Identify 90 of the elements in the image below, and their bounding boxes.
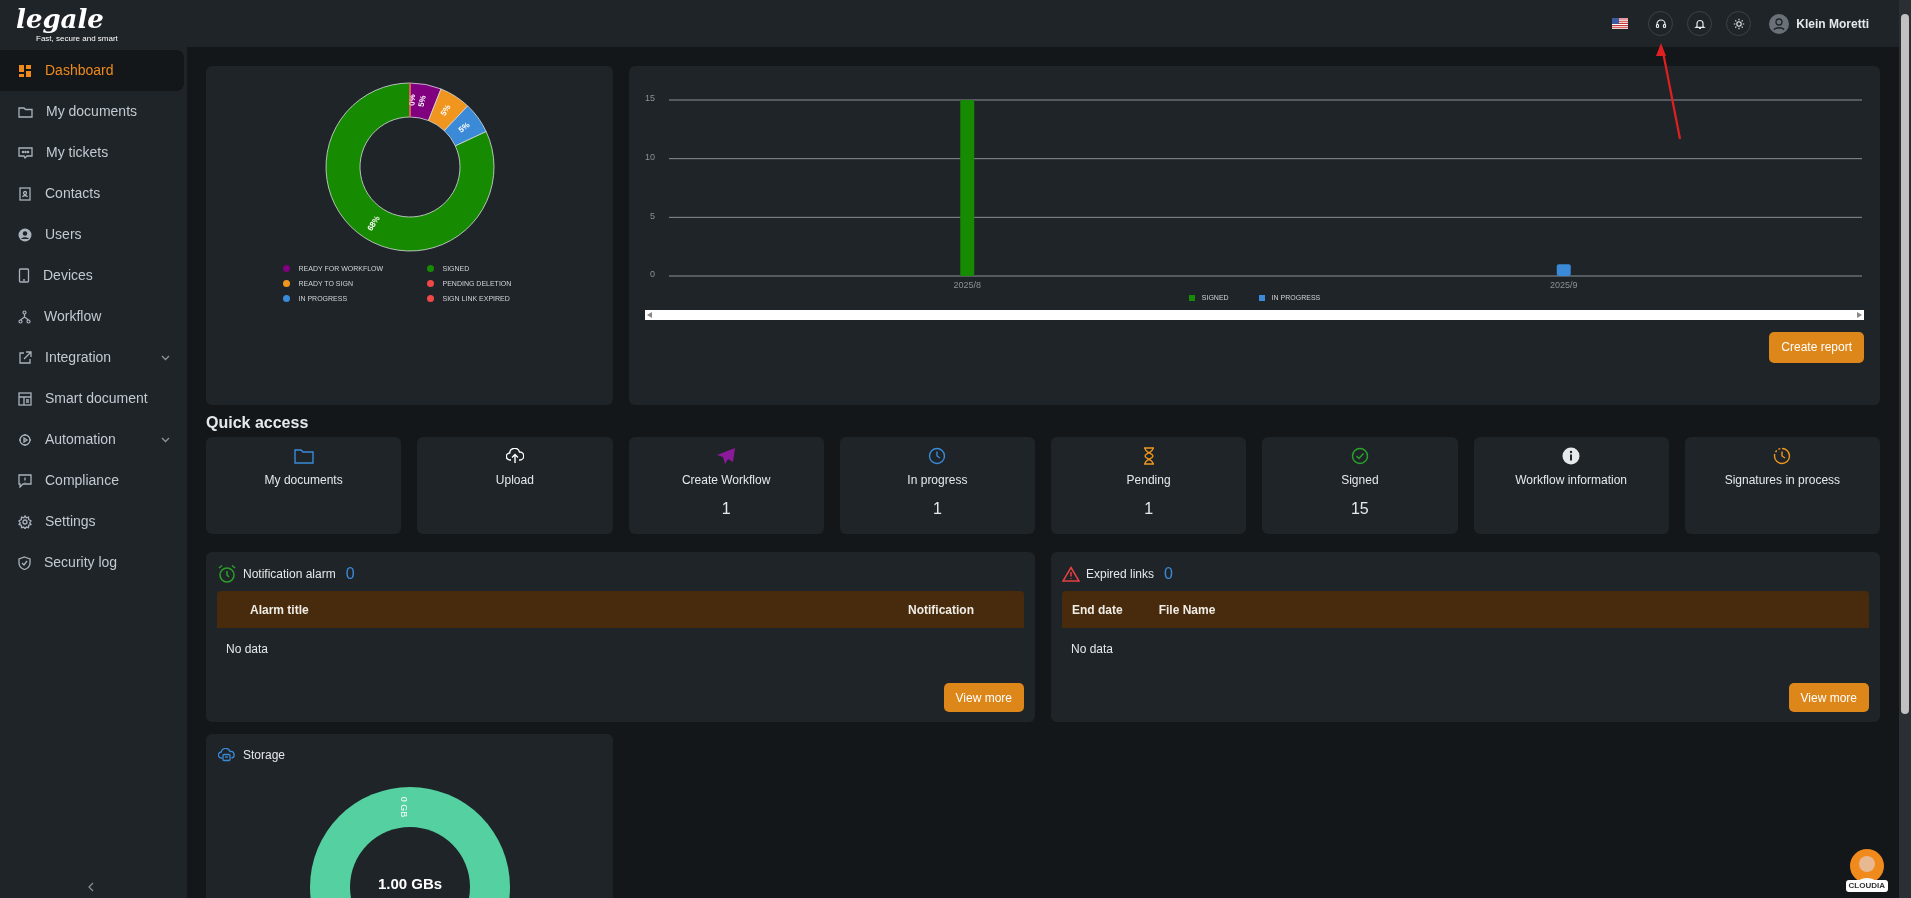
- scroll-right-icon: [1857, 311, 1862, 318]
- quick-access-card[interactable]: Pending 1: [1051, 437, 1247, 534]
- alarm-clock-icon: [217, 564, 237, 584]
- axis-tick-label: 5: [650, 210, 655, 221]
- collapse-icon[interactable]: [88, 882, 94, 892]
- avatar-icon: [1769, 13, 1790, 34]
- quick-access-card[interactable]: In progress 1: [839, 437, 1035, 534]
- count-value: 1: [1144, 499, 1154, 519]
- user-icon: [18, 227, 32, 242]
- sidebar-item[interactable]: Settings: [0, 501, 184, 542]
- notification-icon: [1693, 17, 1706, 30]
- folder-icon: [293, 446, 314, 466]
- clock-icon: [1773, 446, 1792, 466]
- legend-marker: [1188, 295, 1195, 302]
- column-header: Alarm title: [249, 601, 309, 619]
- column-header: Notification: [908, 601, 975, 619]
- count-value: 15: [1350, 499, 1369, 519]
- quick-access-card[interactable]: Signed 15: [1262, 437, 1458, 534]
- sidebar-item[interactable]: Security log: [0, 542, 184, 583]
- sidebar-item[interactable]: Compliance: [0, 460, 184, 501]
- folder-icon: [18, 104, 33, 119]
- quick-access-card[interactable]: Create Workflow 1: [628, 437, 824, 534]
- axis-tick-label: 10: [645, 152, 655, 163]
- sun-icon: [1732, 17, 1745, 30]
- slice-label: 5%: [438, 103, 453, 118]
- workflow-icon: [18, 309, 31, 324]
- settings-icon: [18, 514, 32, 529]
- check-circle-icon: [1350, 446, 1369, 466]
- layout-icon: [18, 391, 32, 406]
- axis-category-label: 2025/8: [953, 280, 981, 290]
- sidebar-item[interactable]: My documents: [0, 91, 184, 132]
- count-label: 0: [345, 564, 355, 584]
- scrollbar[interactable]: [1899, 0, 1911, 898]
- sidebar-item[interactable]: Smart document: [0, 378, 184, 419]
- clock-icon: [928, 446, 947, 466]
- sidebar-item[interactable]: Integration: [0, 337, 184, 378]
- axis-category-label: 2025/9: [1550, 280, 1578, 290]
- axis-tick-label: 0: [650, 269, 655, 280]
- bar: [1556, 264, 1571, 276]
- cloud-storage-icon: [218, 748, 235, 762]
- quick-access-card[interactable]: Workflow information: [1473, 437, 1669, 534]
- message-alert-icon: [18, 473, 32, 488]
- sidebar-item[interactable]: Dashboard: [0, 50, 184, 91]
- slice-label: 0%: [407, 94, 417, 107]
- empty-message: No data: [1070, 641, 1115, 658]
- headset-icon: [1654, 17, 1667, 30]
- paper-plane-icon: [716, 446, 737, 466]
- gear-play-icon: [18, 432, 32, 447]
- column-header: File Name: [1158, 601, 1216, 619]
- panel-title: Notification alarm: [243, 566, 336, 583]
- sidebar-item[interactable]: Automation: [0, 419, 184, 460]
- axis-tick-label: 15: [645, 93, 655, 104]
- contacts-icon: [18, 186, 32, 201]
- user-name[interactable]: Klein Moretti: [1796, 14, 1869, 33]
- assistant-name[interactable]: CLOUDIA: [1845, 880, 1888, 892]
- count-value: 1: [932, 499, 942, 519]
- dashboard-icon: [18, 63, 32, 78]
- sidebar-item[interactable]: My tickets: [0, 132, 184, 173]
- tablet-icon: [18, 268, 30, 283]
- hourglass-icon: [1142, 446, 1155, 466]
- scroll-left-icon: [647, 311, 652, 318]
- brand-tagline: Fast, secure and smart: [35, 34, 118, 43]
- chat-icon: [18, 145, 33, 160]
- flag-icon: [1612, 18, 1629, 29]
- shield-check-icon: [18, 555, 31, 570]
- empty-message: No data: [225, 641, 270, 658]
- slice-label: 5%: [456, 120, 471, 135]
- quick-access-card[interactable]: My documents: [206, 437, 402, 534]
- info-icon: [1562, 446, 1581, 466]
- quick-access-card[interactable]: Upload: [417, 437, 613, 534]
- panel-title: Expired links: [1086, 566, 1155, 583]
- storage-usage: 1.00 GBs: [377, 875, 443, 894]
- warning-icon: [1062, 566, 1080, 582]
- legend-marker: [1258, 295, 1265, 302]
- external-link-icon: [18, 350, 32, 365]
- slice-label: 0 GB: [399, 796, 410, 818]
- count-label: 0: [1164, 564, 1173, 584]
- brand-logo: legale: [16, 4, 104, 34]
- column-header: End date: [1072, 601, 1123, 619]
- panel-title: Storage: [243, 747, 286, 764]
- horizontal-scrollbar[interactable]: [645, 309, 1864, 320]
- quick-access-card[interactable]: Signatures in process: [1684, 437, 1880, 534]
- upload-icon: [505, 446, 524, 466]
- count-value: 1: [721, 499, 731, 519]
- sidebar-item[interactable]: Users: [0, 214, 184, 255]
- sidebar-item[interactable]: Contacts: [0, 173, 184, 214]
- sidebar-item[interactable]: Devices: [0, 255, 184, 296]
- slice-label: 5%: [416, 94, 428, 108]
- section-title: Quick access: [206, 413, 310, 433]
- sidebar-item[interactable]: Workflow: [0, 296, 184, 337]
